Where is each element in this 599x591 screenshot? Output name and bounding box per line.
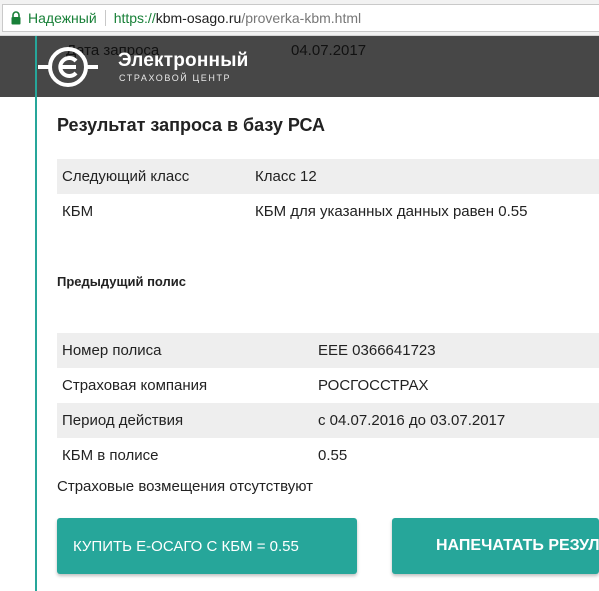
row-label: Страховая компания bbox=[62, 377, 208, 394]
table-row: Период действия с 04.07.2016 до 03.07.20… bbox=[57, 403, 599, 438]
page: Надежный https:// kbm-osago.ru /proverka… bbox=[0, 0, 599, 591]
result-table: Следующий класс Класс 12 КБМ КБМ для ука… bbox=[57, 159, 599, 229]
url-omnibox[interactable]: Надежный https:// kbm-osago.ru /proverka… bbox=[2, 4, 599, 32]
lock-icon[interactable] bbox=[11, 11, 21, 25]
row-value: Класс 12 bbox=[255, 168, 317, 185]
previous-policy-heading: Предыдущий полис bbox=[57, 274, 187, 289]
row-label: Следующий класс bbox=[62, 168, 190, 185]
row-value: 0.55 bbox=[318, 447, 348, 464]
browser-address-bar: Надежный https:// kbm-osago.ru /proverka… bbox=[0, 0, 599, 36]
url-path: /proverka-kbm.html bbox=[241, 10, 362, 26]
buy-eosago-button[interactable]: Купить Е-ОСАГО с КБМ = 0.55 bbox=[57, 518, 357, 574]
url-host: kbm-osago.ru bbox=[155, 10, 242, 26]
table-row: Номер полиса ЕЕЕ 0366641723 bbox=[57, 333, 599, 368]
url-scheme: https:// bbox=[113, 10, 156, 26]
row-value: КБМ для указанных данных равен 0.55 bbox=[255, 203, 528, 220]
logo-subtitle[interactable]: СТРАХОВОЙ ЦЕНТР bbox=[119, 73, 231, 83]
table-row: КБМ в полисе 0.55 bbox=[57, 438, 599, 473]
row-value: ЕЕЕ 0366641723 bbox=[318, 342, 436, 359]
print-result-button[interactable]: Напечатать результат bbox=[392, 518, 599, 574]
table-row: КБМ КБМ для указанных данных равен 0.55 bbox=[57, 194, 599, 229]
table-row: Следующий класс Класс 12 bbox=[57, 159, 599, 194]
row-label: Номер полиса bbox=[62, 342, 162, 359]
claims-note: Страховые возмещения отсутствуют bbox=[57, 478, 314, 495]
request-date-value: 04.07.2017 bbox=[291, 42, 367, 59]
row-label: КБМ bbox=[62, 203, 94, 220]
content-side-border bbox=[35, 36, 37, 591]
url-separator bbox=[104, 10, 106, 26]
row-label: КБМ в полисе bbox=[62, 447, 159, 464]
row-value: с 04.07.2016 до 03.07.2017 bbox=[318, 412, 506, 429]
previous-policy-table: Номер полиса ЕЕЕ 0366641723 Страховая ко… bbox=[57, 333, 599, 473]
logo-mark-icon[interactable] bbox=[36, 45, 100, 89]
row-label: Период действия bbox=[62, 412, 184, 429]
site-header: Дата запроса 04.07.2017 Электронный СТРА… bbox=[0, 36, 599, 97]
table-row: Страховая компания РОСГОССТРАХ bbox=[57, 368, 599, 403]
row-value: РОСГОССТРАХ bbox=[318, 377, 429, 394]
secure-label[interactable]: Надежный bbox=[28, 10, 97, 26]
result-title: Результат запроса в базу РСА bbox=[57, 115, 326, 135]
logo-title[interactable]: Электронный bbox=[118, 50, 249, 72]
